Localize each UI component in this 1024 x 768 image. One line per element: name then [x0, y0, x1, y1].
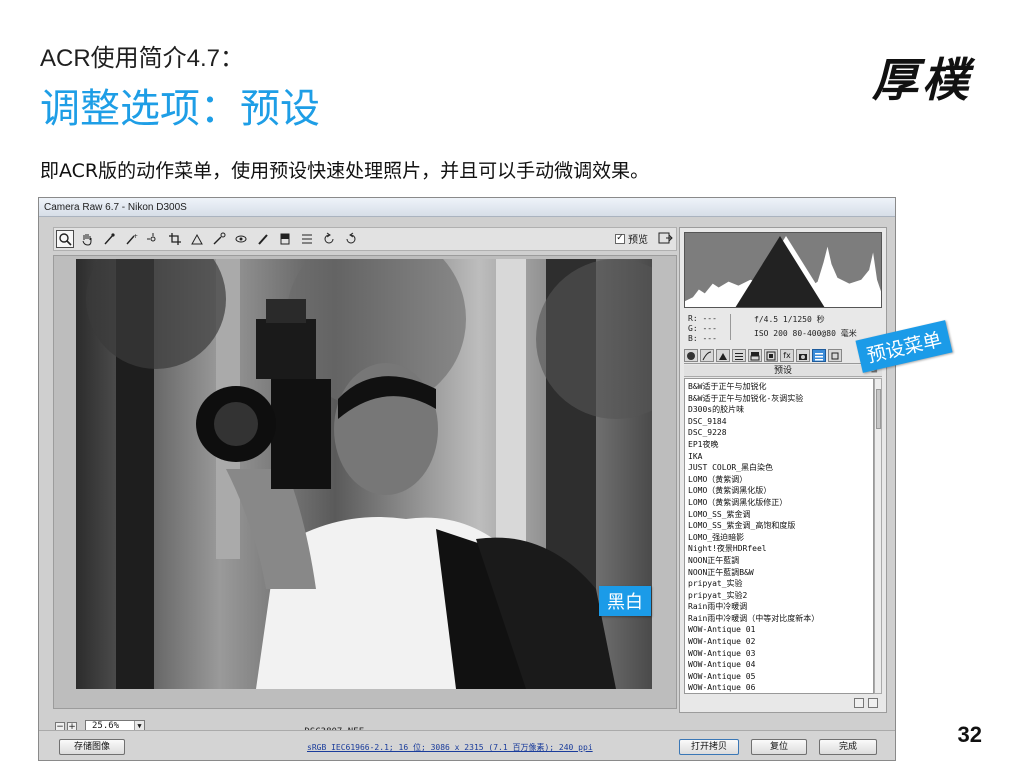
- rgb-b: B: ---: [688, 334, 717, 343]
- slide-subtitle: 即ACR版的动作菜单，使用预设快速处理照片，并且可以手动微调效果。: [40, 160, 650, 182]
- highlight-clip-icon[interactable]: [684, 236, 878, 308]
- preset-item[interactable]: JUST COLOR_黑白染色: [688, 462, 870, 474]
- page-number: 32: [957, 722, 982, 747]
- camera-raw-window: Camera Raw 6.7 - Nikon D300S + ✓ 预览 − + …: [38, 197, 896, 761]
- callout-bw: 黑白: [599, 586, 651, 616]
- done-button[interactable]: 完成: [819, 739, 877, 755]
- new-preset-icon[interactable]: [854, 698, 864, 708]
- delete-preset-icon[interactable]: [868, 698, 878, 708]
- red-eye-icon[interactable]: [232, 230, 250, 248]
- right-panel: R: --- G: --- B: --- f/4.5 1/1250 秒 ISO …: [679, 227, 887, 713]
- panel-tabs: fx: [684, 348, 882, 364]
- exif-divider: [730, 314, 731, 340]
- preview-panel: [53, 255, 677, 709]
- preset-item[interactable]: pripyat_实验: [688, 578, 870, 590]
- preset-item[interactable]: B&W适于正午与加锐化: [688, 381, 870, 393]
- preset-item[interactable]: NOON正午藍調: [688, 555, 870, 567]
- preset-item[interactable]: LOMO_强迫暗影: [688, 532, 870, 544]
- tab-lens-icon[interactable]: [764, 349, 778, 362]
- panel-footer: [850, 698, 878, 708]
- preset-item[interactable]: B&W适于正午与加锐化-灰调实验: [688, 393, 870, 405]
- exif-exposure: f/4.5 1/1250 秒: [754, 315, 825, 324]
- toolbar: + ✓ 预览: [53, 227, 677, 251]
- target-adjust-icon[interactable]: [144, 230, 162, 248]
- preview-toggle[interactable]: ✓ 预览: [615, 231, 648, 246]
- tab-split-toning-icon[interactable]: [748, 349, 762, 362]
- workflow-options-link[interactable]: sRGB IEC61966-2.1; 16 位; 3086 x 2315 (7.…: [307, 742, 593, 753]
- presets-header: 预设 ≡: [684, 365, 882, 377]
- photo-preview[interactable]: [76, 259, 652, 689]
- tab-presets-icon[interactable]: [812, 349, 826, 362]
- reset-button[interactable]: 复位: [751, 739, 807, 755]
- preset-item[interactable]: WOW-Antique 03: [688, 648, 870, 660]
- preset-item[interactable]: DSC_9228: [688, 427, 870, 439]
- white-balance-icon[interactable]: [100, 230, 118, 248]
- histogram: [684, 232, 882, 308]
- preset-item[interactable]: DSC_9184: [688, 416, 870, 428]
- open-copy-button[interactable]: 打开拷贝: [679, 739, 739, 755]
- preset-item[interactable]: WOW-Antique 06: [688, 682, 870, 693]
- preset-item[interactable]: LOMO（黄紫调黑化版修正）: [688, 497, 870, 509]
- straighten-icon[interactable]: [188, 230, 206, 248]
- adjustment-brush-icon[interactable]: [254, 230, 272, 248]
- preset-item[interactable]: Night!夜景HDRfeel: [688, 543, 870, 555]
- preset-item[interactable]: LOMO（黄紫调黑化版）: [688, 485, 870, 497]
- preset-item[interactable]: IKA: [688, 451, 870, 463]
- preset-item[interactable]: EP1夜晚: [688, 439, 870, 451]
- window-title: Camera Raw 6.7 - Nikon D300S: [39, 198, 895, 217]
- preview-label: 预览: [628, 235, 648, 246]
- presets-title: 预设: [773, 366, 792, 376]
- logo: 厚樸: [872, 53, 972, 107]
- hand-icon[interactable]: [78, 230, 96, 248]
- preset-item[interactable]: WOW-Antique 01: [688, 624, 870, 636]
- exif-info: R: --- G: --- B: --- f/4.5 1/1250 秒 ISO …: [684, 312, 882, 344]
- fullscreen-icon[interactable]: [657, 230, 673, 246]
- preset-item[interactable]: D300s的胶片味: [688, 404, 870, 416]
- slide-title: 调整选项：预设: [40, 86, 320, 132]
- tab-detail-icon[interactable]: [716, 349, 730, 362]
- tab-effects-icon[interactable]: fx: [780, 349, 794, 362]
- preset-item[interactable]: LOMO（黄紫调）: [688, 474, 870, 486]
- preferences-icon[interactable]: [298, 230, 316, 248]
- crop-icon[interactable]: [166, 230, 184, 248]
- preset-item[interactable]: LOMO_SS_紫金调_高饱和度版: [688, 520, 870, 532]
- preset-item[interactable]: LOMO_SS_紫金调: [688, 509, 870, 521]
- save-image-button[interactable]: 存储图像: [59, 739, 125, 755]
- window-body: + ✓ 预览 − + 25.6% ▼ R: --- G: --- B: --- …: [39, 217, 895, 760]
- preset-item[interactable]: NOON正午藍調B&W: [688, 567, 870, 579]
- preview-checkbox[interactable]: ✓: [615, 233, 625, 244]
- bottom-bar: 存储图像 sRGB IEC61966-2.1; 16 位; 3086 x 231…: [39, 730, 895, 760]
- graduated-filter-icon[interactable]: [276, 230, 294, 248]
- exif-iso-lens: ISO 200 80-400@80 毫米: [754, 329, 857, 338]
- preset-list: B&W适于正午与加锐化 B&W适于正午与加锐化-灰调实验 D300s的胶片味 DSC_…: [684, 378, 874, 694]
- preset-item[interactable]: Rain雨中冷暖调（中等对比度新本）: [688, 613, 870, 625]
- slide-kicker: ACR使用简介4.7：: [40, 45, 245, 72]
- rgb-g: G: ---: [688, 324, 717, 333]
- preset-scrollbar[interactable]: [874, 378, 882, 694]
- svg-text:+: +: [133, 233, 138, 240]
- scroll-thumb[interactable]: [876, 389, 881, 429]
- preset-item[interactable]: WOW-Antique 04: [688, 659, 870, 671]
- rgb-readout: R: --- G: --- B: ---: [688, 314, 717, 344]
- rgb-r: R: ---: [688, 314, 717, 323]
- preset-item[interactable]: WOW-Antique 05: [688, 671, 870, 683]
- tab-hsl-icon[interactable]: [732, 349, 746, 362]
- preset-item[interactable]: Rain雨中冷暖调: [688, 601, 870, 613]
- tab-basic-icon[interactable]: [684, 349, 698, 362]
- rotate-cw-icon[interactable]: [342, 230, 360, 248]
- rotate-ccw-icon[interactable]: [320, 230, 338, 248]
- tab-camera-calibration-icon[interactable]: [796, 349, 810, 362]
- color-sampler-icon[interactable]: +: [122, 230, 140, 248]
- preset-item[interactable]: pripyat_实验2: [688, 590, 870, 602]
- preset-item[interactable]: WOW-Antique 02: [688, 636, 870, 648]
- tab-tone-curve-icon[interactable]: [700, 349, 714, 362]
- tab-snapshots-icon[interactable]: [828, 349, 842, 362]
- zoom-icon[interactable]: [56, 230, 74, 248]
- spot-removal-icon[interactable]: [210, 230, 228, 248]
